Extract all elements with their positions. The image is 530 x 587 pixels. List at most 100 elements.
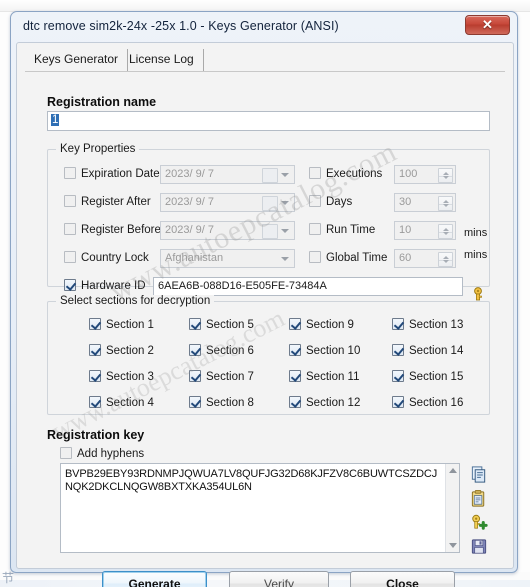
checkbox-box[interactable] bbox=[64, 279, 76, 291]
registration-key-textarea[interactable]: BVPB29EBY93RDNMPJQWUA7LV8QUFJG32D68KJFZV… bbox=[60, 463, 460, 553]
checkbox-global-time[interactable]: Global Time bbox=[309, 251, 387, 264]
checkbox-section-14[interactable]: Section 14 bbox=[392, 344, 463, 357]
checkbox-section-2[interactable]: Section 2 bbox=[89, 344, 154, 357]
checkbox-label: Section 5 bbox=[206, 319, 254, 331]
register-before-field[interactable]: 2023/ 9/ 7 bbox=[160, 221, 295, 240]
executions-spinner[interactable]: 100 bbox=[394, 165, 456, 184]
checkbox-country-lock[interactable]: Country Lock bbox=[64, 251, 149, 264]
checkbox-box[interactable] bbox=[392, 370, 404, 382]
chevron-down-icon[interactable] bbox=[281, 229, 289, 233]
checkbox-days[interactable]: Days bbox=[309, 195, 352, 208]
calendar-icon[interactable] bbox=[262, 224, 278, 239]
checkbox-section-7[interactable]: Section 7 bbox=[189, 370, 254, 383]
country-lock-combo[interactable]: Afghanistan bbox=[160, 249, 295, 268]
registration-name-value: 1 bbox=[51, 114, 60, 126]
checkbox-box[interactable] bbox=[289, 370, 301, 382]
checkbox-box[interactable] bbox=[89, 370, 101, 382]
checkbox-section-8[interactable]: Section 8 bbox=[189, 396, 254, 409]
checkbox-label: Section 8 bbox=[206, 397, 254, 409]
checkbox-box[interactable] bbox=[189, 344, 201, 356]
checkbox-box[interactable] bbox=[309, 167, 321, 179]
checkbox-section-6[interactable]: Section 6 bbox=[189, 344, 254, 357]
checkbox-box[interactable] bbox=[392, 396, 404, 408]
checkbox-section-3[interactable]: Section 3 bbox=[89, 370, 154, 383]
expiration-date-field[interactable]: 2023/ 9/ 7 bbox=[160, 165, 295, 184]
spinner-arrows-icon[interactable] bbox=[438, 252, 453, 267]
generate-button[interactable]: Generate bbox=[102, 571, 207, 587]
chevron-down-icon[interactable] bbox=[281, 173, 289, 177]
scroll-up-icon[interactable] bbox=[449, 468, 457, 473]
registration-name-input[interactable]: 1 bbox=[47, 111, 490, 131]
checkbox-label: Days bbox=[326, 196, 353, 208]
run-time-spinner[interactable]: 10 bbox=[394, 221, 456, 240]
checkbox-expiration-date[interactable]: Expiration Date bbox=[64, 167, 160, 180]
checkbox-box[interactable] bbox=[289, 318, 301, 330]
close-window-button[interactable]: ✕ bbox=[465, 15, 510, 35]
checkbox-box[interactable] bbox=[189, 396, 201, 408]
checkbox-box[interactable] bbox=[189, 318, 201, 330]
chevron-down-icon[interactable] bbox=[281, 257, 289, 261]
checkbox-section-4[interactable]: Section 4 bbox=[89, 396, 154, 409]
checkbox-add-hyphens[interactable]: Add hyphens bbox=[60, 447, 144, 460]
checkbox-section-11[interactable]: Section 11 bbox=[289, 370, 360, 383]
verify-button[interactable]: Verify bbox=[229, 571, 329, 587]
checkbox-box[interactable] bbox=[289, 344, 301, 356]
register-after-field[interactable]: 2023/ 9/ 7 bbox=[160, 193, 295, 212]
checkbox-box[interactable] bbox=[64, 223, 76, 235]
checkbox-section-9[interactable]: Section 9 bbox=[289, 318, 354, 331]
calendar-icon[interactable] bbox=[262, 168, 278, 183]
checkbox-executions[interactable]: Executions bbox=[309, 167, 382, 180]
copy-icon[interactable] bbox=[469, 465, 489, 484]
checkbox-box[interactable] bbox=[309, 223, 321, 235]
scroll-down-icon[interactable] bbox=[449, 543, 457, 548]
checkbox-label: Section 11 bbox=[306, 371, 360, 383]
spinner-arrows-icon[interactable] bbox=[438, 196, 453, 211]
add-key-icon[interactable] bbox=[469, 513, 489, 532]
checkbox-section-12[interactable]: Section 12 bbox=[289, 396, 360, 409]
checkbox-hardware-id[interactable]: Hardware ID bbox=[64, 279, 146, 292]
close-button[interactable]: Close bbox=[350, 571, 455, 587]
checkbox-box[interactable] bbox=[64, 167, 76, 179]
tab-underline bbox=[25, 71, 505, 72]
checkbox-register-before[interactable]: Register Before bbox=[64, 223, 161, 236]
checkbox-box[interactable] bbox=[309, 251, 321, 263]
checkbox-section-15[interactable]: Section 15 bbox=[392, 370, 463, 383]
tab-license-log[interactable]: License Log bbox=[120, 49, 204, 71]
key-icon[interactable] bbox=[470, 286, 486, 302]
days-spinner[interactable]: 30 bbox=[394, 193, 456, 212]
checkbox-box[interactable] bbox=[89, 396, 101, 408]
checkbox-section-13[interactable]: Section 13 bbox=[392, 318, 463, 331]
checkbox-section-10[interactable]: Section 10 bbox=[289, 344, 360, 357]
checkbox-box[interactable] bbox=[89, 344, 101, 356]
checkbox-section-16[interactable]: Section 16 bbox=[392, 396, 463, 409]
checkbox-box[interactable] bbox=[64, 195, 76, 207]
checkbox-box[interactable] bbox=[392, 344, 404, 356]
global-time-spinner[interactable]: 60 bbox=[394, 249, 456, 268]
paste-icon[interactable] bbox=[469, 489, 489, 508]
checkbox-run-time[interactable]: Run Time bbox=[309, 223, 375, 236]
hardware-id-field[interactable]: 6AEA6B-088D16-E505FE-73484A bbox=[153, 277, 463, 296]
checkbox-label: Section 2 bbox=[106, 345, 154, 357]
textarea-scrollbar[interactable] bbox=[445, 464, 459, 552]
executions-value: 100 bbox=[399, 168, 418, 180]
checkbox-box[interactable] bbox=[289, 396, 301, 408]
tab-strip: Keys Generator License Log bbox=[25, 49, 505, 72]
checkbox-section-5[interactable]: Section 5 bbox=[189, 318, 254, 331]
checkbox-box[interactable] bbox=[309, 195, 321, 207]
save-icon[interactable] bbox=[469, 537, 489, 556]
checkbox-box[interactable] bbox=[64, 251, 76, 263]
spinner-arrows-icon[interactable] bbox=[438, 224, 453, 239]
checkbox-label: Section 10 bbox=[306, 345, 361, 357]
checkbox-box[interactable] bbox=[392, 318, 404, 330]
checkbox-register-after[interactable]: Register After bbox=[64, 195, 151, 208]
checkbox-section-1[interactable]: Section 1 bbox=[89, 318, 154, 331]
tab-keys-generator[interactable]: Keys Generator bbox=[25, 49, 129, 71]
chevron-down-icon[interactable] bbox=[281, 201, 289, 205]
checkbox-label: Add hyphens bbox=[77, 448, 145, 460]
calendar-icon[interactable] bbox=[262, 196, 278, 211]
spinner-arrows-icon[interactable] bbox=[438, 168, 453, 183]
checkbox-box[interactable] bbox=[89, 318, 101, 330]
checkbox-label: Executions bbox=[326, 168, 383, 180]
checkbox-box[interactable] bbox=[189, 370, 201, 382]
checkbox-box[interactable] bbox=[60, 447, 72, 459]
